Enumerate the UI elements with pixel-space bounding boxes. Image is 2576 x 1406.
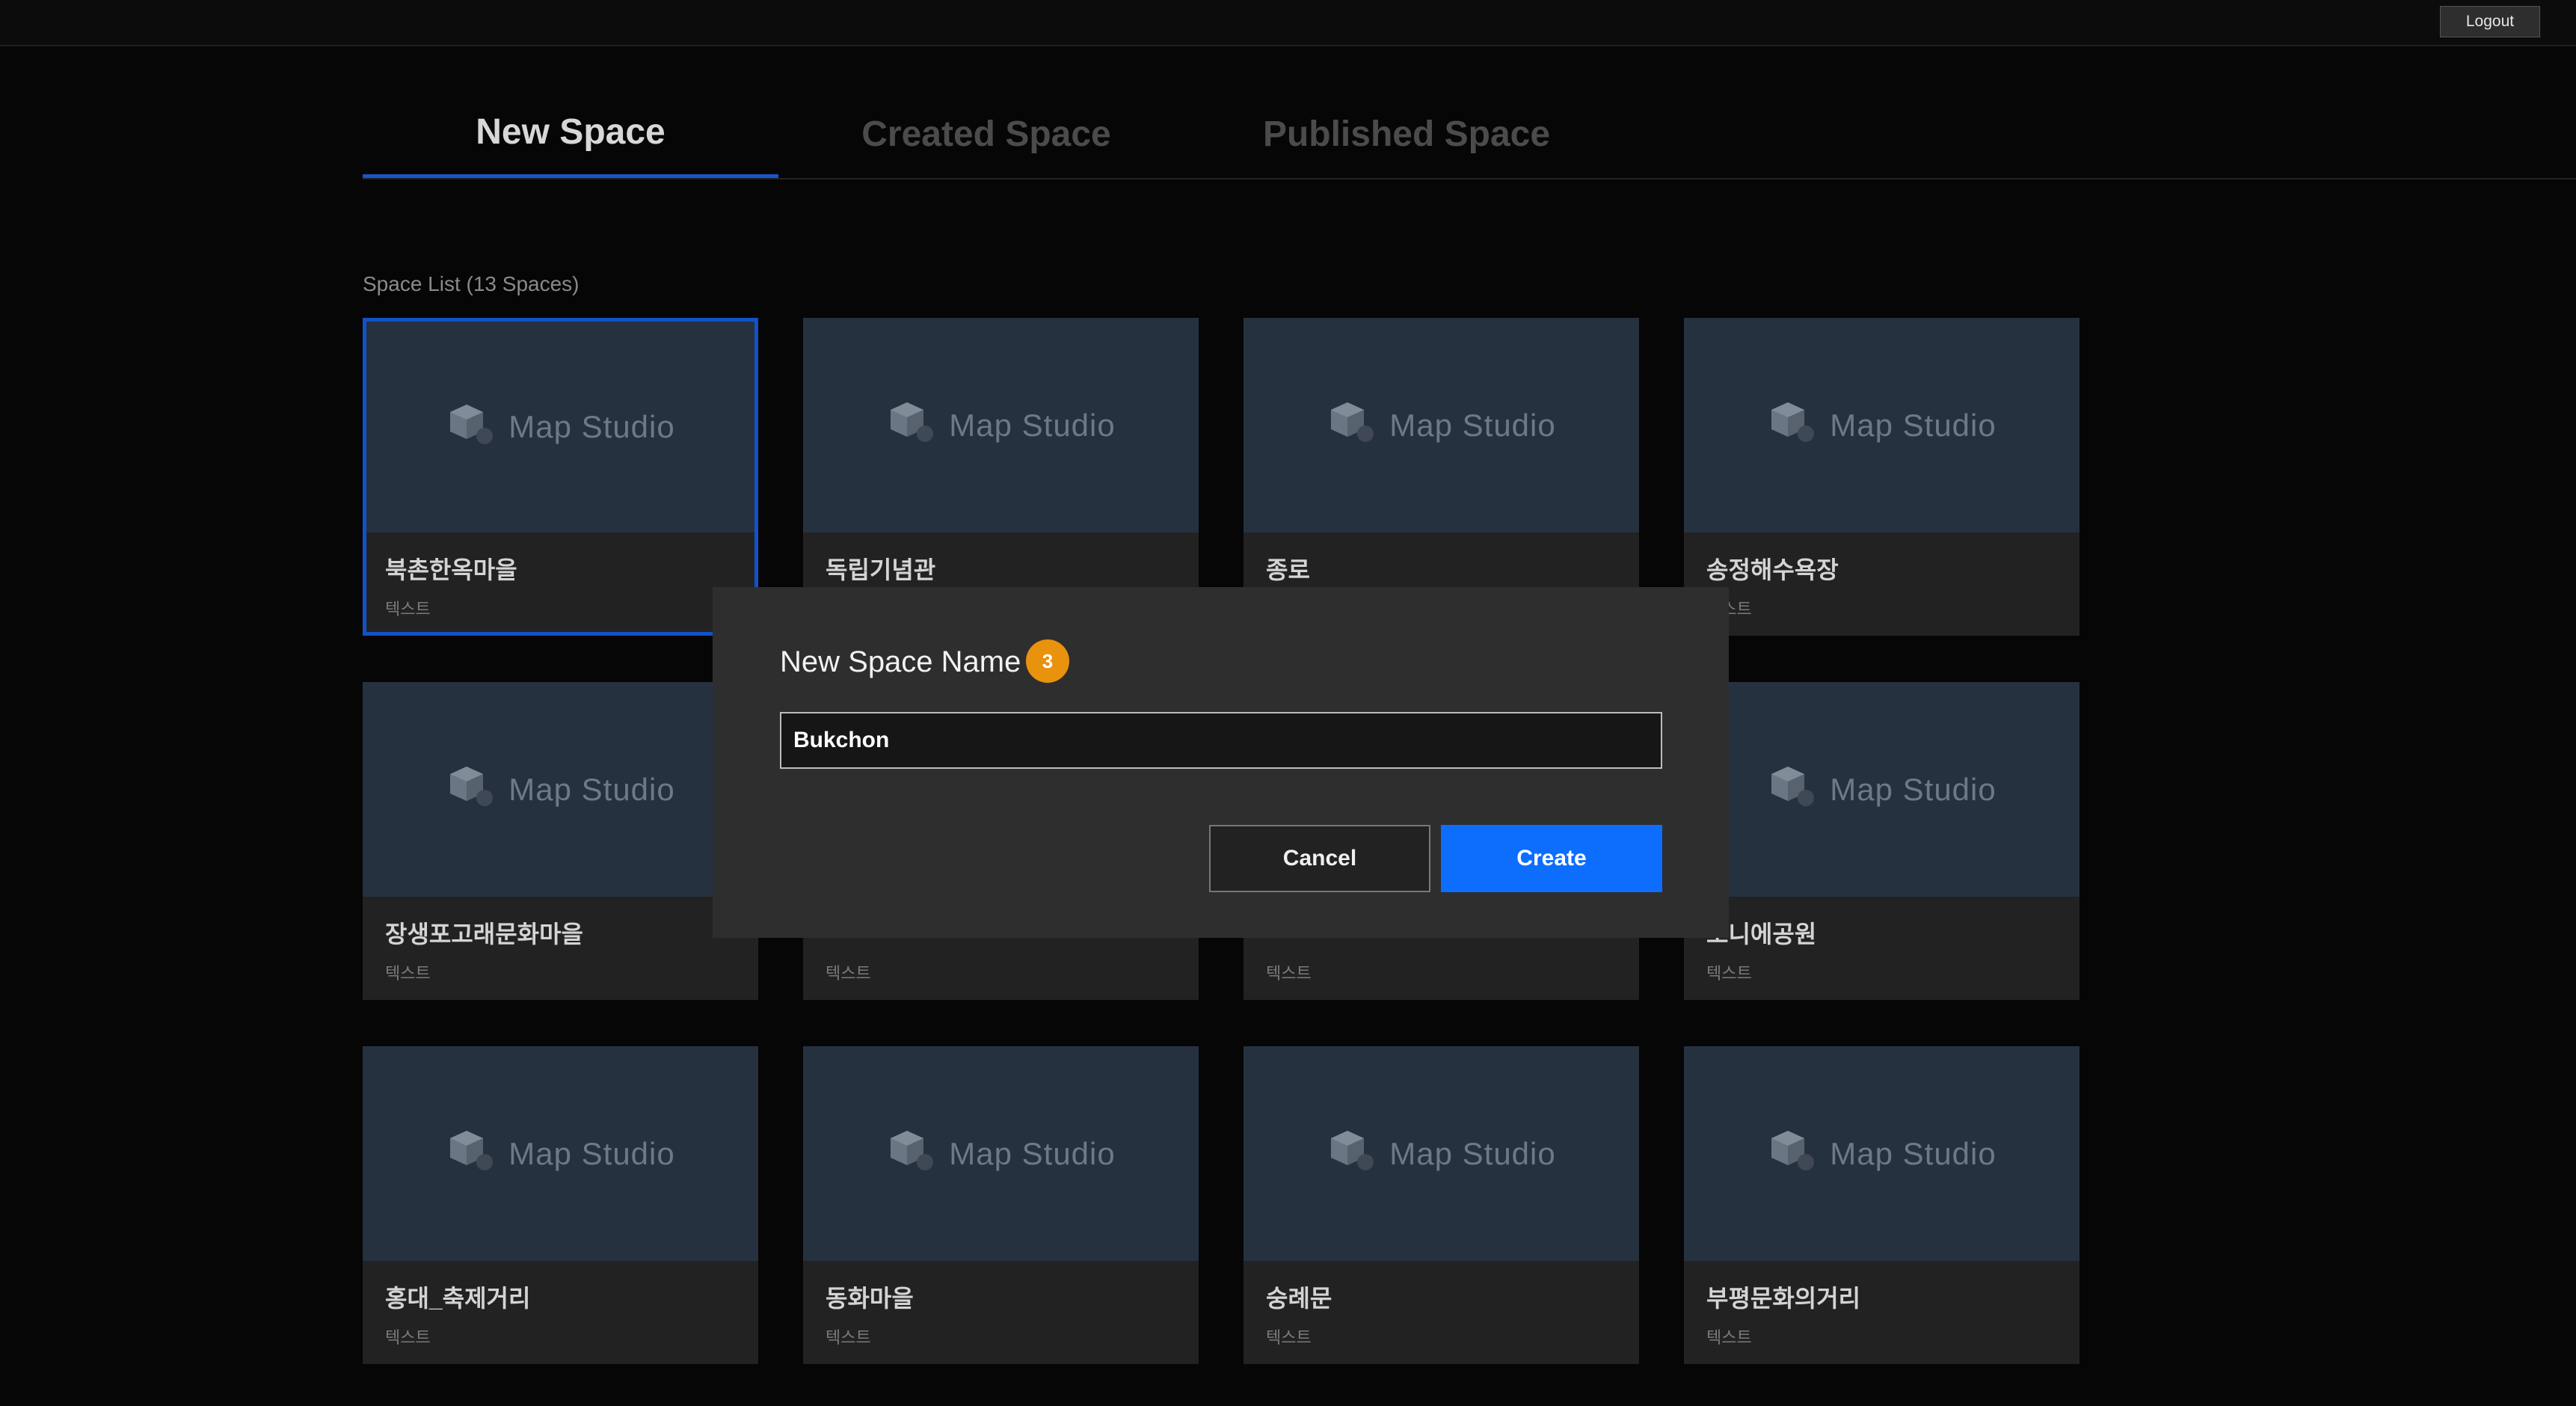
card-thumbnail: Map Studio: [363, 682, 758, 897]
logo-text: Map Studio: [508, 409, 675, 444]
map-studio-logo: Map Studio: [886, 399, 1115, 451]
card-thumbnail: Map Studio: [1684, 682, 2079, 897]
logo-text: Map Studio: [1389, 407, 1556, 443]
space-card[interactable]: Map Studio 장생포고래문화마을텍스트: [363, 682, 758, 1000]
card-name: 독립기념관: [826, 556, 936, 583]
card-name: 동화마을: [826, 1285, 914, 1312]
card-name: 송정해수욕장: [1706, 556, 1839, 583]
new-space-dialog: New Space Name 3 Cancel Create: [713, 587, 1729, 938]
map-studio-logo: Map Studio: [886, 1128, 1115, 1179]
space-card[interactable]: Map Studio 송정해수욕장 텍스트: [1684, 318, 2079, 636]
map-studio-logo: Map Studio: [1767, 1128, 1996, 1179]
space-card[interactable]: Map Studio 홍대_축제거리텍스트: [363, 1046, 758, 1364]
cube-icon: [1327, 1128, 1379, 1179]
card-subtitle: 텍스트: [1266, 964, 1312, 983]
map-studio-logo: Map Studio: [1767, 764, 1996, 815]
space-name-input[interactable]: [780, 712, 1662, 769]
space-card[interactable]: Map Studio 숭례문텍스트: [1244, 1046, 1639, 1364]
logout-button[interactable]: Logout: [2440, 6, 2540, 37]
cube-icon: [446, 402, 498, 453]
card-subtitle: 텍스트: [1266, 1328, 1312, 1347]
top-bar: Logout: [0, 0, 2576, 46]
logo-text: Map Studio: [949, 1135, 1116, 1171]
card-name: 부평문화의거리: [1706, 1285, 1861, 1312]
card-thumbnail: Map Studio: [1684, 1046, 2079, 1261]
space-card[interactable]: Map Studio 부평문화의거리텍스트: [1684, 1046, 2079, 1364]
cube-icon: [886, 1128, 938, 1179]
tab-bar: New Space Created Space Published Space: [363, 90, 2576, 179]
card-thumbnail: Map Studio: [1684, 318, 2079, 532]
card-subtitle: 텍스트: [826, 964, 871, 983]
card-name: 북촌한옥마을: [385, 556, 517, 583]
map-studio-logo: Map Studio: [446, 764, 674, 815]
cancel-button[interactable]: Cancel: [1209, 825, 1430, 892]
create-button[interactable]: Create: [1441, 825, 1662, 892]
space-card[interactable]: Map Studio 로니에공원 텍스트: [1684, 682, 2079, 1000]
map-studio-logo: Map Studio: [446, 1128, 674, 1179]
cube-icon: [1767, 399, 1819, 451]
cube-icon: [1327, 399, 1379, 451]
logo-text: Map Studio: [1830, 771, 1996, 807]
card-name: 종로: [1266, 556, 1310, 583]
card-thumbnail: Map Studio: [366, 322, 754, 532]
logo-text: Map Studio: [508, 1135, 675, 1171]
card-name: 숭례문: [1266, 1285, 1332, 1312]
card-subtitle: 텍스트: [1706, 964, 1752, 983]
card-subtitle: 텍스트: [385, 600, 431, 618]
card-subtitle: 텍스트: [826, 1328, 871, 1347]
card-subtitle: 텍스트: [1706, 1328, 1752, 1347]
space-card[interactable]: Map Studio 동화마을텍스트: [803, 1046, 1199, 1364]
logo-text: Map Studio: [949, 407, 1116, 443]
step-badge: 3: [1026, 639, 1069, 683]
map-studio-logo: Map Studio: [446, 402, 674, 453]
cube-icon: [1767, 1128, 1819, 1179]
tab-published-space[interactable]: Published Space: [1199, 90, 1614, 178]
card-name: 홍대_축제거리: [385, 1285, 531, 1312]
logo-text: Map Studio: [508, 771, 675, 807]
cube-icon: [886, 399, 938, 451]
space-card[interactable]: Map Studio 북촌한옥마을텍스트: [363, 318, 758, 636]
map-studio-logo: Map Studio: [1767, 399, 1996, 451]
logo-text: Map Studio: [1830, 407, 1996, 443]
map-studio-logo: Map Studio: [1327, 399, 1555, 451]
card-thumbnail: Map Studio: [803, 318, 1199, 532]
logo-text: Map Studio: [1389, 1135, 1556, 1171]
tab-new-space[interactable]: New Space: [363, 90, 778, 178]
logo-text: Map Studio: [1830, 1135, 1996, 1171]
card-subtitle: 텍스트: [385, 964, 431, 983]
space-list-title: Space List (13 Spaces): [363, 272, 580, 295]
card-name: 장생포고래문화마을: [385, 921, 583, 948]
map-studio-logo: Map Studio: [1327, 1128, 1555, 1179]
cube-icon: [446, 1128, 498, 1179]
card-thumbnail: Map Studio: [363, 1046, 758, 1261]
cube-icon: [1767, 764, 1819, 815]
cube-icon: [446, 764, 498, 815]
dialog-title: New Space Name: [780, 645, 1021, 678]
card-thumbnail: Map Studio: [1244, 318, 1639, 532]
card-subtitle: 텍스트: [385, 1328, 431, 1347]
card-thumbnail: Map Studio: [803, 1046, 1199, 1261]
card-thumbnail: Map Studio: [1244, 1046, 1639, 1261]
tab-created-space[interactable]: Created Space: [778, 90, 1194, 178]
